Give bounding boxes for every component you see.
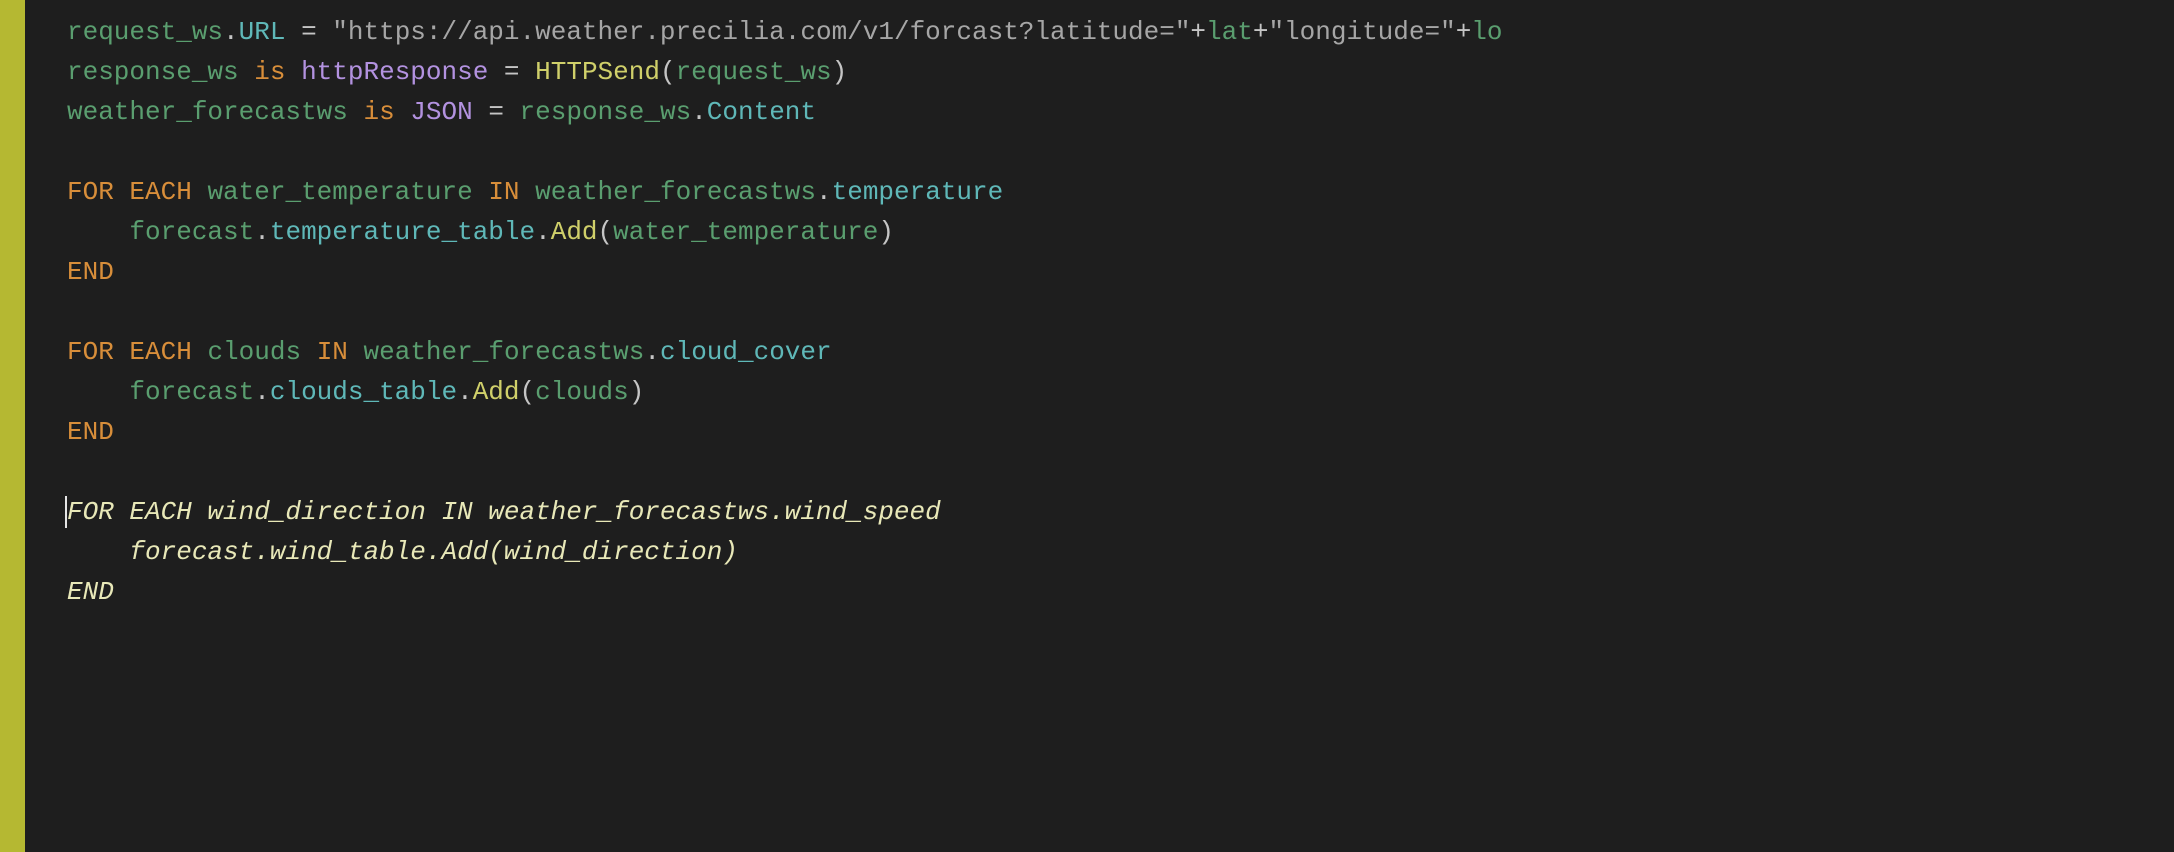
- code-token: [473, 177, 489, 207]
- code-token: END: [67, 577, 114, 607]
- code-token: clouds: [207, 337, 301, 367]
- code-line[interactable]: forecast.wind_table.Add(wind_direction): [67, 532, 2174, 572]
- code-token: weather_forecastws: [364, 337, 645, 367]
- code-line[interactable]: [67, 132, 2174, 172]
- code-token: response_ws: [520, 97, 692, 127]
- code-line[interactable]: forecast.clouds_table.Add(clouds): [67, 372, 2174, 412]
- code-token: (: [598, 217, 614, 247]
- code-token: [192, 337, 208, 367]
- code-line[interactable]: [67, 452, 2174, 492]
- code-token: [67, 377, 129, 407]
- code-token: +: [1190, 17, 1206, 47]
- code-token: =: [301, 17, 317, 47]
- code-token: [395, 97, 411, 127]
- code-token: END: [67, 257, 114, 287]
- code-token: URL: [239, 17, 286, 47]
- code-token: ): [832, 57, 848, 87]
- code-line[interactable]: [67, 292, 2174, 332]
- code-token: =: [488, 97, 504, 127]
- code-token: [504, 97, 520, 127]
- code-token: +: [1253, 17, 1269, 47]
- code-token: "longitude=": [1268, 17, 1455, 47]
- code-token: water_temperature: [613, 217, 878, 247]
- code-token: END: [67, 417, 114, 447]
- code-token: .: [535, 217, 551, 247]
- code-token: is: [254, 57, 285, 87]
- code-line[interactable]: END: [67, 252, 2174, 292]
- code-token: .: [457, 377, 473, 407]
- code-token: [348, 97, 364, 127]
- code-token: [301, 337, 317, 367]
- code-token: [488, 57, 504, 87]
- code-token: .: [691, 97, 707, 127]
- code-token: [192, 177, 208, 207]
- code-token: [317, 17, 333, 47]
- code-token: is: [363, 97, 394, 127]
- code-token: .: [644, 337, 660, 367]
- code-token: .: [254, 377, 270, 407]
- code-token: [473, 97, 489, 127]
- code-token: [285, 17, 301, 47]
- code-token: =: [504, 57, 520, 87]
- code-token: clouds_table: [270, 377, 457, 407]
- code-token: JSON: [410, 97, 472, 127]
- code-line[interactable]: END: [67, 412, 2174, 452]
- code-token: request_ws: [676, 57, 832, 87]
- code-line[interactable]: FOR EACH water_temperature IN weather_fo…: [67, 172, 2174, 212]
- code-token: cloud_cover: [660, 337, 832, 367]
- code-token: forecast: [129, 377, 254, 407]
- modified-gutter: [0, 0, 25, 852]
- code-token: FOR: [67, 177, 114, 207]
- code-token: Add: [473, 377, 520, 407]
- code-token: [114, 337, 130, 367]
- text-cursor: [65, 496, 67, 528]
- code-token: lat: [1206, 17, 1253, 47]
- code-token: [114, 177, 130, 207]
- code-token: weather_forecastws: [535, 177, 816, 207]
- code-token: ): [878, 217, 894, 247]
- code-token: [520, 177, 536, 207]
- code-token: lo: [1471, 17, 1502, 47]
- code-token: EACH: [129, 177, 191, 207]
- code-line[interactable]: request_ws.URL = "https://api.weather.pr…: [67, 12, 2174, 52]
- code-token: +: [1456, 17, 1472, 47]
- code-token: FOR: [67, 337, 114, 367]
- code-token: ): [629, 377, 645, 407]
- code-line[interactable]: forecast.temperature_table.Add(water_tem…: [67, 212, 2174, 252]
- code-line[interactable]: FOR EACH clouds IN weather_forecastws.cl…: [67, 332, 2174, 372]
- code-editor[interactable]: request_ws.URL = "https://api.weather.pr…: [25, 0, 2174, 852]
- code-token: (: [660, 57, 676, 87]
- code-token: request_ws: [67, 17, 223, 47]
- code-token: IN: [488, 177, 519, 207]
- code-token: Add: [551, 217, 598, 247]
- code-line[interactable]: FOR EACH wind_direction IN weather_forec…: [67, 492, 2174, 532]
- code-token: water_temperature: [207, 177, 472, 207]
- code-token: .: [254, 217, 270, 247]
- code-token: .: [223, 17, 239, 47]
- code-token: [239, 57, 255, 87]
- code-token: [520, 57, 536, 87]
- code-token: temperature: [832, 177, 1004, 207]
- code-line[interactable]: weather_forecastws is JSON = response_ws…: [67, 92, 2174, 132]
- code-token: "https://api.weather.precilia.com/v1/for…: [332, 17, 1190, 47]
- code-token: [67, 217, 129, 247]
- code-token: httpResponse: [301, 57, 488, 87]
- code-token: weather_forecastws: [67, 97, 348, 127]
- code-token: clouds: [535, 377, 629, 407]
- code-token: [348, 337, 364, 367]
- code-token: Content: [707, 97, 816, 127]
- code-line[interactable]: END: [67, 572, 2174, 612]
- code-line[interactable]: response_ws is httpResponse = HTTPSend(r…: [67, 52, 2174, 92]
- code-token: IN: [317, 337, 348, 367]
- code-token: temperature_table: [270, 217, 535, 247]
- code-token: HTTPSend: [535, 57, 660, 87]
- code-token: forecast: [129, 217, 254, 247]
- code-token: (: [520, 377, 536, 407]
- code-token: [285, 57, 301, 87]
- code-token: response_ws: [67, 57, 239, 87]
- code-token: .: [816, 177, 832, 207]
- code-token: FOR EACH wind_direction IN weather_forec…: [67, 497, 941, 527]
- code-token: forecast.wind_table.Add(wind_direction): [67, 537, 738, 567]
- code-token: EACH: [129, 337, 191, 367]
